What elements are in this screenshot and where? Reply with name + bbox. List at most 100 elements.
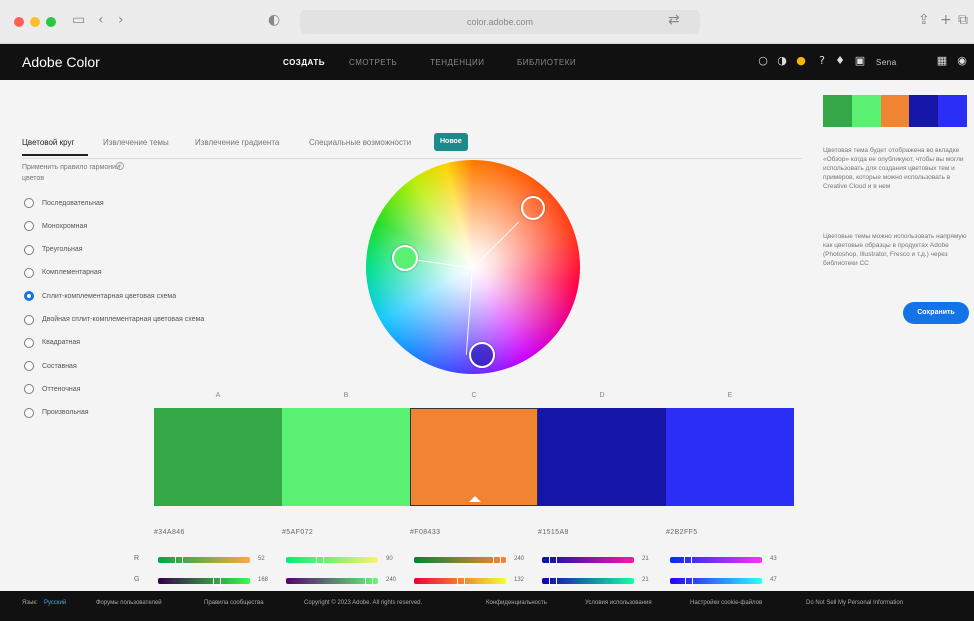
harmony-rule-option[interactable]: Комплементарная	[24, 266, 102, 280]
address-bar[interactable]: color.adobe.com	[300, 10, 700, 34]
translate-icon[interactable]: ⇄	[668, 12, 680, 28]
privacy-icon[interactable]: ◐	[268, 12, 280, 28]
slider-value[interactable]: 90	[386, 556, 393, 562]
slider-thumb[interactable]	[316, 555, 324, 565]
footer-link[interactable]: Условия использования	[585, 600, 652, 606]
slider-thumb[interactable]	[549, 576, 557, 586]
radio-button[interactable]	[24, 384, 34, 395]
radio-button[interactable]	[24, 291, 34, 302]
language-selector[interactable]: Русский	[44, 600, 66, 606]
harmony-rule-option[interactable]: Сплит-комплементарная цветовая схема	[24, 289, 176, 303]
color-wheel-icon[interactable]: ●	[795, 55, 807, 67]
nav-create[interactable]: СОЗДАТЬ	[283, 58, 325, 67]
radio-button[interactable]	[24, 267, 34, 278]
radio-button[interactable]	[24, 198, 34, 208]
tabs-overview-icon[interactable]: ⧉	[958, 12, 968, 28]
color-swatch[interactable]	[154, 408, 282, 506]
radio-button[interactable]	[24, 221, 34, 232]
slider-thumb[interactable]	[175, 555, 183, 565]
radio-button[interactable]	[24, 244, 34, 255]
harmony-rule-option[interactable]: Квадратная	[24, 336, 80, 350]
nav-explore[interactable]: СМОТРЕТЬ	[349, 58, 397, 67]
footer-link[interactable]: Настройки cookie-файлов	[690, 600, 762, 606]
tab-extract-theme[interactable]: Извлечение темы	[103, 138, 169, 147]
save-button[interactable]: Сохранить	[903, 302, 969, 324]
nav-libraries[interactable]: БИБЛИОТЕКИ	[517, 58, 576, 67]
hex-value[interactable]: #F08433	[410, 529, 440, 536]
rgb-slider[interactable]	[286, 555, 378, 565]
wheel-handle-b[interactable]	[392, 245, 418, 271]
slider-value[interactable]: 47	[770, 577, 777, 583]
harmony-rule-option[interactable]: Последовательная	[24, 196, 104, 210]
new-tab-icon[interactable]: +	[940, 12, 952, 28]
tab-extract-gradient[interactable]: Извлечение градиента	[195, 138, 279, 147]
color-swatch[interactable]	[282, 408, 410, 506]
slider-value[interactable]: 21	[642, 556, 649, 562]
radio-button[interactable]	[24, 407, 34, 418]
harmony-rule-option[interactable]: Монохромная	[24, 219, 87, 233]
share-icon[interactable]: ⇪	[918, 12, 930, 28]
footer-link[interactable]: Do Not Sell My Personal Information	[806, 600, 903, 606]
rgb-slider[interactable]	[670, 576, 762, 586]
harmony-rule-option[interactable]: Двойная сплит-комплементарная цветовая с…	[24, 313, 204, 327]
hex-value[interactable]: #2B2FF5	[666, 529, 698, 536]
minimize-window-button[interactable]	[30, 17, 40, 27]
notifications-icon[interactable]: ♦	[834, 55, 846, 67]
hex-value[interactable]: #5AF072	[282, 529, 313, 536]
wheel-handle-a[interactable]	[521, 196, 545, 220]
rgb-slider[interactable]	[414, 576, 506, 586]
slider-value[interactable]: 240	[386, 577, 396, 583]
harmony-rule-option[interactable]: Составная	[24, 359, 77, 373]
slider-value[interactable]: 43	[770, 556, 777, 562]
apps-grid-icon[interactable]: ▦	[936, 55, 948, 67]
rgb-slider[interactable]	[158, 576, 250, 586]
rgb-slider[interactable]	[414, 555, 506, 565]
slider-thumb[interactable]	[549, 555, 557, 565]
rgb-slider[interactable]	[542, 555, 634, 565]
slider-value[interactable]: 132	[514, 577, 524, 583]
back-icon[interactable]: ‹	[98, 12, 104, 28]
slider-value[interactable]: 52	[258, 556, 265, 562]
rgb-slider[interactable]	[286, 576, 378, 586]
hex-value[interactable]: #1515A8	[538, 529, 569, 536]
creative-cloud-icon[interactable]: ○	[757, 55, 769, 67]
slider-thumb[interactable]	[213, 576, 221, 586]
forward-icon[interactable]: ›	[118, 12, 124, 28]
rgb-slider[interactable]	[158, 555, 250, 565]
radio-button[interactable]	[24, 337, 34, 348]
radio-button[interactable]	[24, 361, 34, 372]
slider-value[interactable]: 168	[258, 577, 268, 583]
close-window-button[interactable]	[14, 17, 24, 27]
rgb-slider[interactable]	[670, 555, 762, 565]
slider-thumb[interactable]	[493, 555, 501, 565]
slider-thumb[interactable]	[685, 576, 693, 586]
color-swatch[interactable]	[410, 408, 538, 506]
contrast-icon[interactable]: ◑	[776, 55, 788, 67]
avatar[interactable]: ◉	[956, 55, 968, 67]
harmony-rule-option[interactable]: Оттеночная	[24, 382, 80, 396]
color-swatch[interactable]	[538, 408, 666, 506]
zoom-window-button[interactable]	[46, 17, 56, 27]
slider-thumb[interactable]	[457, 576, 465, 586]
nav-trends[interactable]: ТЕНДЕНЦИИ	[430, 58, 484, 67]
sidebar-icon[interactable]: ▭	[72, 12, 85, 28]
app-logo[interactable]: Adobe Color	[22, 54, 100, 70]
user-name[interactable]: Sena	[876, 58, 897, 67]
slider-thumb[interactable]	[365, 576, 373, 586]
wheel-handle-c[interactable]	[469, 342, 495, 368]
slider-thumb[interactable]	[684, 555, 692, 565]
harmony-rule-option[interactable]: Треугольная	[24, 243, 83, 257]
help-icon[interactable]: ?	[816, 55, 828, 67]
footer-link[interactable]: Конфиденциальность	[486, 600, 547, 606]
hex-value[interactable]: #34A846	[154, 529, 185, 536]
radio-button[interactable]	[24, 314, 34, 325]
tab-accessibility[interactable]: Специальные возможности	[309, 138, 411, 147]
info-icon[interactable]: i	[116, 162, 124, 170]
slider-value[interactable]: 240	[514, 556, 524, 562]
tab-color-wheel[interactable]: Цветовой круг	[22, 138, 74, 147]
rgb-slider[interactable]	[542, 576, 634, 586]
slider-value[interactable]: 21	[642, 577, 649, 583]
color-swatch[interactable]	[666, 408, 794, 506]
chat-icon[interactable]: ▣	[854, 55, 866, 67]
footer-link[interactable]: Форумы пользователей	[96, 600, 162, 606]
